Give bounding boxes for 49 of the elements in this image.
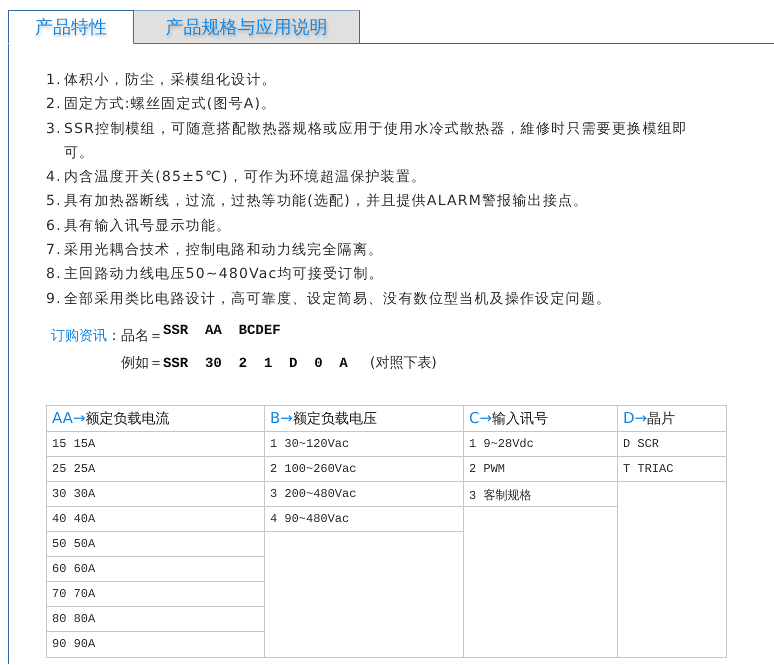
feature-text: 体积小，防尘，采模组化设计。 — [64, 71, 278, 90]
table-cell: 25 25A — [47, 456, 264, 482]
feature-text: 具有输入讯号显示功能。 — [64, 216, 232, 236]
list-number: 8. — [46, 265, 63, 284]
tab[interactable]: 产品特性 — [8, 10, 134, 44]
table-cell-text: 90 90A — [51, 636, 96, 653]
column-header: C→输入讯号 — [464, 406, 617, 432]
tab[interactable]: 产品规格与应用说明 — [134, 10, 360, 44]
feature-text: 全部采用类比电路设计，高可靠度、设定简易、没有数位型当机及操作设定问题。 — [64, 290, 612, 309]
model-code: SSR 30 2 1 D 0 A — [163, 356, 348, 372]
line-prefix: 例如＝ — [121, 354, 163, 373]
feature-text: 固定方式:螺丝固定式(图号A)。 — [64, 95, 278, 114]
line-prefix: 品名＝ — [121, 326, 163, 346]
table-cell: 2 100~260Vac — [265, 456, 463, 482]
table-cell: 3 客制规格 — [464, 482, 617, 507]
table-cell: 2 PWM — [464, 456, 617, 482]
feature-text: 具有加热器断线，过流，过热等功能(选配)，并且提供ALARM警报输出接点。 — [64, 192, 590, 212]
feature-text: SSR控制模组，可随意搭配散热器规格或应用于使用水冷式散热器，維修时只需要更换模组即可。 — [64, 120, 689, 163]
order-info-label: 订购资讯 — [51, 328, 107, 344]
separator: ： — [107, 328, 121, 344]
list-number: 6. — [46, 216, 63, 236]
table-cell: 70 70A — [47, 582, 264, 607]
column-header: B→额定负载电压 — [265, 406, 463, 432]
list-number: 4. — [46, 168, 63, 188]
table-cell: 50 50A — [47, 532, 264, 557]
list-number: 9. — [46, 290, 63, 309]
feature-text: 内含温度开关(85±5℃)，可作为环境超温保护装置。 — [64, 168, 428, 188]
column-header: D→晶片 — [618, 406, 726, 432]
feature-text: 主回路动力线电压50~480Vac均可接受订制。 — [64, 265, 385, 284]
table-cell: 1 30~120Vac — [265, 432, 463, 457]
table-cell: T TRIAC — [618, 456, 726, 482]
table-cell: 1 9~28Vdc — [464, 432, 617, 457]
list-number: 1. — [46, 71, 63, 90]
table-cell: D SCR — [618, 432, 726, 457]
column-header: AA→额定负载电流 — [47, 406, 264, 432]
list-number: 5. — [46, 192, 63, 212]
table-cell: 30 30A — [47, 482, 264, 507]
table-cell: 80 80A — [47, 606, 264, 632]
table-cell: 3 200~480Vac — [265, 482, 463, 507]
table-cell: 60 60A — [47, 556, 264, 582]
table-cell: 15 15A — [47, 432, 264, 457]
note-text: (对照下表) — [370, 354, 437, 373]
table-cell: 40 40A — [47, 506, 264, 532]
list-number: 3. — [46, 120, 63, 139]
list-number: 7. — [46, 241, 63, 260]
list-number: 2. — [46, 95, 63, 114]
feature-text: 采用光耦合技术，控制电路和动力线完全隔离。 — [64, 241, 384, 260]
table-cell: 4 90~480Vac — [265, 506, 463, 532]
model-code: SSR AA BCDEF — [163, 322, 281, 339]
